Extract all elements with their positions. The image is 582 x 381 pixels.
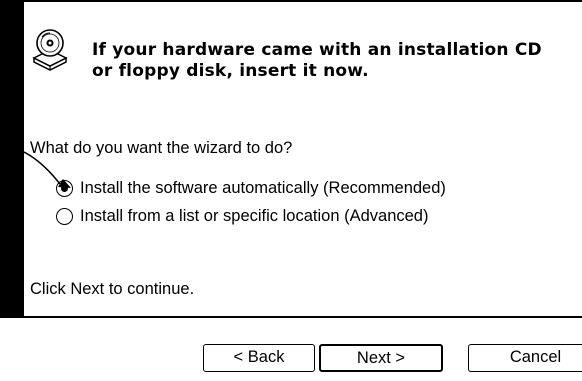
cancel-button[interactable]: Cancel <box>468 344 582 372</box>
heading-line-1: If your hardware came with an installati… <box>92 40 542 60</box>
heading-line-2: or floppy disk, insert it now. <box>92 61 369 81</box>
arrow-icon <box>0 145 71 188</box>
cancel-button-label: Cancel <box>509 348 562 366</box>
back-button[interactable]: < Back <box>203 344 315 372</box>
next-button[interactable]: Next > <box>319 344 443 372</box>
radio-label-automatic: Install the software automatically (Reco… <box>80 179 446 197</box>
radio-install-automatically[interactable]: Install the software automatically (Reco… <box>56 179 446 198</box>
wizard-heading: If your hardware came with an installati… <box>92 40 562 82</box>
radio-install-from-list[interactable]: Install from a list or specific location… <box>56 207 428 226</box>
radio-button-unselected[interactable] <box>56 208 73 225</box>
cd-icon <box>32 29 68 71</box>
wizard-dialog: If your hardware came with an installati… <box>0 0 582 381</box>
radio-label-advanced: Install from a list or specific location… <box>80 207 429 225</box>
continue-instruction: Click Next to continue. <box>30 280 195 298</box>
